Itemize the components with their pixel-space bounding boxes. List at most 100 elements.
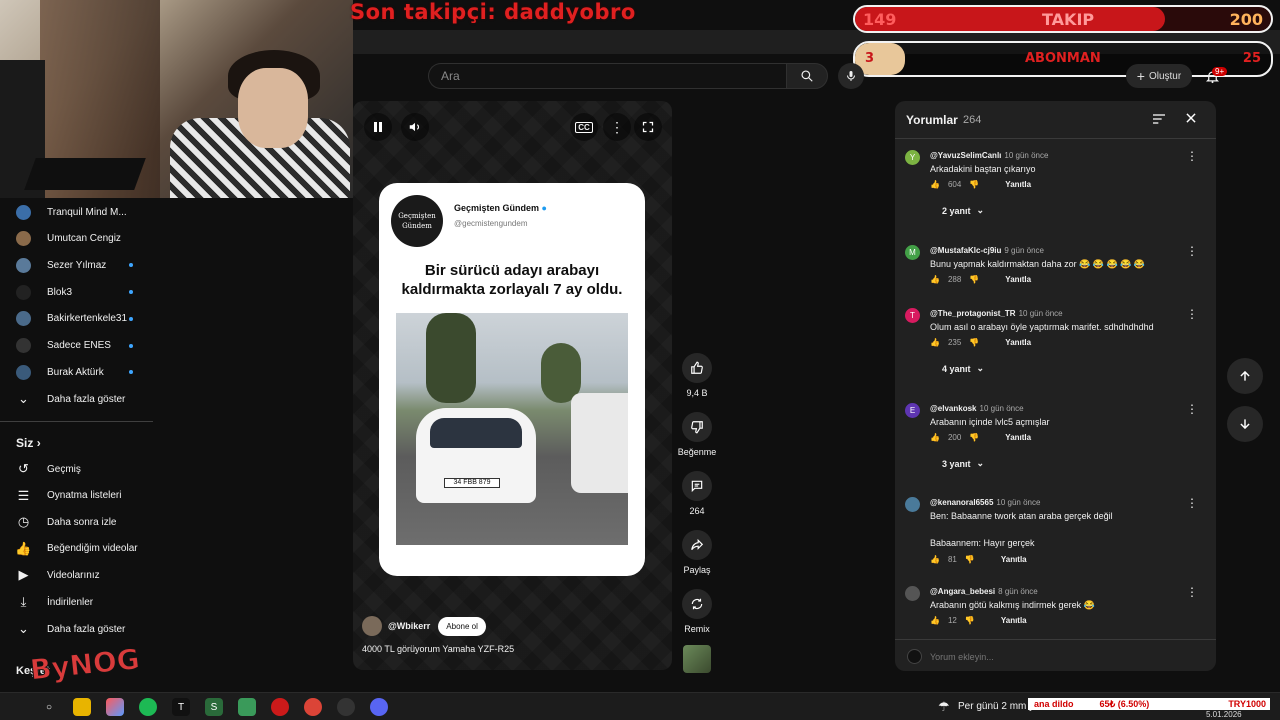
reply-button[interactable]: Yanıtla xyxy=(1005,433,1031,442)
sidebar-subscription-item[interactable]: Tranquil Mind M... xyxy=(0,199,153,225)
subscriptions-show-more[interactable]: ⌄ Daha fazla göster xyxy=(0,386,153,412)
comment-menu-button[interactable]: ⋮ xyxy=(1185,245,1199,259)
comment-input[interactable] xyxy=(930,648,1200,666)
reply-button[interactable]: Yanıtla xyxy=(1001,616,1027,625)
close-comments-button[interactable] xyxy=(1184,111,1198,128)
sidebar-subscription-item[interactable]: Blok3 xyxy=(0,279,153,305)
thumbs-down-icon[interactable]: 👎 xyxy=(969,180,979,189)
commenter-avatar[interactable]: T xyxy=(905,308,920,323)
comment-actions: 👍 81 👎 Yanıtla xyxy=(930,555,1027,564)
thumbs-down-icon[interactable]: 👎 xyxy=(965,555,975,564)
reply-button[interactable]: Yanıtla xyxy=(1005,180,1031,189)
sidebar-subscription-item[interactable]: Bakirkertenkele31 xyxy=(0,306,153,332)
discord-icon[interactable] xyxy=(370,698,388,716)
ticker-right: TRY1000 xyxy=(1228,699,1266,709)
comments-button[interactable]: 264 xyxy=(676,471,718,516)
spotify-icon[interactable] xyxy=(139,698,157,716)
comment-author[interactable]: @kenanoral6565 10 gün önce xyxy=(930,498,1040,507)
short-title[interactable]: 4000 TL görüyorum Yamaha YZF-R25 xyxy=(362,644,514,654)
create-button[interactable]: + Oluştur xyxy=(1126,64,1192,88)
thumbs-down-icon[interactable]: 👎 xyxy=(969,275,979,284)
more-options-button[interactable]: ⋮ xyxy=(603,113,631,141)
comment-author[interactable]: @The_protagonist_TR 10 gün önce xyxy=(930,309,1063,318)
verified-icon: ● xyxy=(541,203,547,213)
sidebar-item-like[interactable]: 👍 Beğendiğim videolar xyxy=(0,536,153,562)
thumbs-up-icon[interactable]: 👍 xyxy=(930,616,940,625)
clock-date[interactable]: 5.01.2026 xyxy=(1206,710,1242,719)
file-explorer-icon[interactable] xyxy=(73,698,91,716)
show-replies-button[interactable]: 3 yanıt ⌄ xyxy=(942,458,984,469)
captions-button[interactable]: CC xyxy=(570,113,598,141)
comment-menu-button[interactable]: ⋮ xyxy=(1185,586,1199,600)
share-button[interactable]: Paylaş xyxy=(676,530,718,575)
shorts-player[interactable]: CC ⋮ Geçmişten Gündem Geçmişten Gündem ●… xyxy=(353,101,672,670)
thumbs-up-icon[interactable]: 👍 xyxy=(930,180,940,189)
last-follower-overlay: Son takipçi: daddyobro xyxy=(350,0,636,24)
thumbs-down-icon[interactable]: 👎 xyxy=(965,616,975,625)
commenter-avatar[interactable] xyxy=(905,586,920,601)
copilot-icon[interactable] xyxy=(106,698,124,716)
chevron-down-icon: ⌄ xyxy=(18,391,29,406)
sidebar-item-playlist[interactable]: ☰ Oynatma listeleri xyxy=(0,483,153,509)
opera-icon[interactable] xyxy=(271,698,289,716)
comments-header: Yorumlar 264 xyxy=(895,101,1216,139)
you-show-more[interactable]: ⌄ Daha fazla göster xyxy=(0,616,153,642)
reply-button[interactable]: Yanıtla xyxy=(1001,555,1027,564)
sort-button[interactable] xyxy=(1151,111,1167,130)
tradingview-icon[interactable]: T xyxy=(172,698,190,716)
sidebar-item-history[interactable]: ↺ Geçmiş xyxy=(0,456,153,482)
sidebar-subscription-item[interactable]: Umutcan Cengiz xyxy=(0,226,153,252)
reply-button[interactable]: Yanıtla xyxy=(1005,275,1031,284)
sidebar-subscription-item[interactable]: Sadece ENES xyxy=(0,333,153,359)
commenter-avatar[interactable]: Y xyxy=(905,150,920,165)
sidebar-item-download[interactable]: ⤓ İndirilenler xyxy=(0,589,153,615)
you-section-title[interactable]: Siz › xyxy=(16,436,41,450)
dislike-button[interactable]: Beğenme xyxy=(676,412,718,457)
subscribe-button[interactable]: Abone ol xyxy=(438,616,486,636)
show-replies-button[interactable]: 4 yanıt ⌄ xyxy=(942,363,984,374)
comment-author[interactable]: @elvankosk 10 gün önce xyxy=(930,404,1024,413)
comment-author[interactable]: @MustafaKlc-cj9iu 9 gün önce xyxy=(930,246,1044,255)
comment-menu-button[interactable]: ⋮ xyxy=(1185,497,1199,511)
pause-button[interactable] xyxy=(364,113,392,141)
thumbs-down-icon[interactable]: 👎 xyxy=(969,338,979,347)
chrome-icon[interactable] xyxy=(304,698,322,716)
sound-thumbnail[interactable] xyxy=(683,645,711,673)
comment-menu-button[interactable]: ⋮ xyxy=(1185,150,1199,164)
channel-avatar[interactable] xyxy=(362,616,382,636)
app-icon[interactable] xyxy=(238,698,256,716)
commenter-avatar[interactable]: M xyxy=(905,245,920,260)
comment-menu-button[interactable]: ⋮ xyxy=(1185,403,1199,417)
thumbs-up-icon[interactable]: 👍 xyxy=(930,433,940,442)
thumbs-down-icon[interactable]: 👎 xyxy=(969,433,979,442)
reply-button[interactable]: Yanıtla xyxy=(1005,338,1031,347)
remix-label: Remix xyxy=(684,624,710,634)
commenter-avatar[interactable] xyxy=(905,497,920,512)
thumbs-up-icon[interactable]: 👍 xyxy=(930,275,940,284)
show-replies-button[interactable]: 2 yanıt ⌄ xyxy=(942,205,984,216)
steam-icon[interactable] xyxy=(337,698,355,716)
remix-button[interactable]: Remix xyxy=(676,589,718,634)
like-button[interactable]: 9,4 B xyxy=(676,353,718,398)
volume-button[interactable] xyxy=(401,113,429,141)
search-input[interactable]: Ara xyxy=(428,63,786,89)
sidebar-item-video[interactable]: ▶ Videolarınız xyxy=(0,562,153,588)
previous-short-button[interactable] xyxy=(1227,358,1263,394)
thumbs-up-icon[interactable]: 👍 xyxy=(930,555,940,564)
fullscreen-button[interactable] xyxy=(634,113,662,141)
search-button[interactable] xyxy=(786,63,828,89)
comment-author[interactable]: @YavuzSelimCanlı 10 gün önce xyxy=(930,151,1048,160)
sidebar-subscription-item[interactable]: Sezer Yılmaz xyxy=(0,252,153,278)
voice-search-button[interactable] xyxy=(838,63,864,89)
search-taskbar-icon[interactable]: ○ xyxy=(40,698,58,716)
like-icon: 👍 xyxy=(15,540,32,556)
comment-menu-button[interactable]: ⋮ xyxy=(1185,308,1199,322)
obs-icon[interactable]: S xyxy=(205,698,223,716)
next-short-button[interactable] xyxy=(1227,406,1263,442)
sidebar-item-watch-later[interactable]: ◷ Daha sonra izle xyxy=(0,509,153,535)
commenter-avatar[interactable]: E xyxy=(905,403,920,418)
thumbs-up-icon[interactable]: 👍 xyxy=(930,338,940,347)
channel-name[interactable]: @Wbikerr xyxy=(388,621,430,631)
comment-author[interactable]: @Angara_bebesi 8 gün önce xyxy=(930,587,1038,596)
sidebar-subscription-item[interactable]: Burak Aktürk xyxy=(0,359,153,385)
